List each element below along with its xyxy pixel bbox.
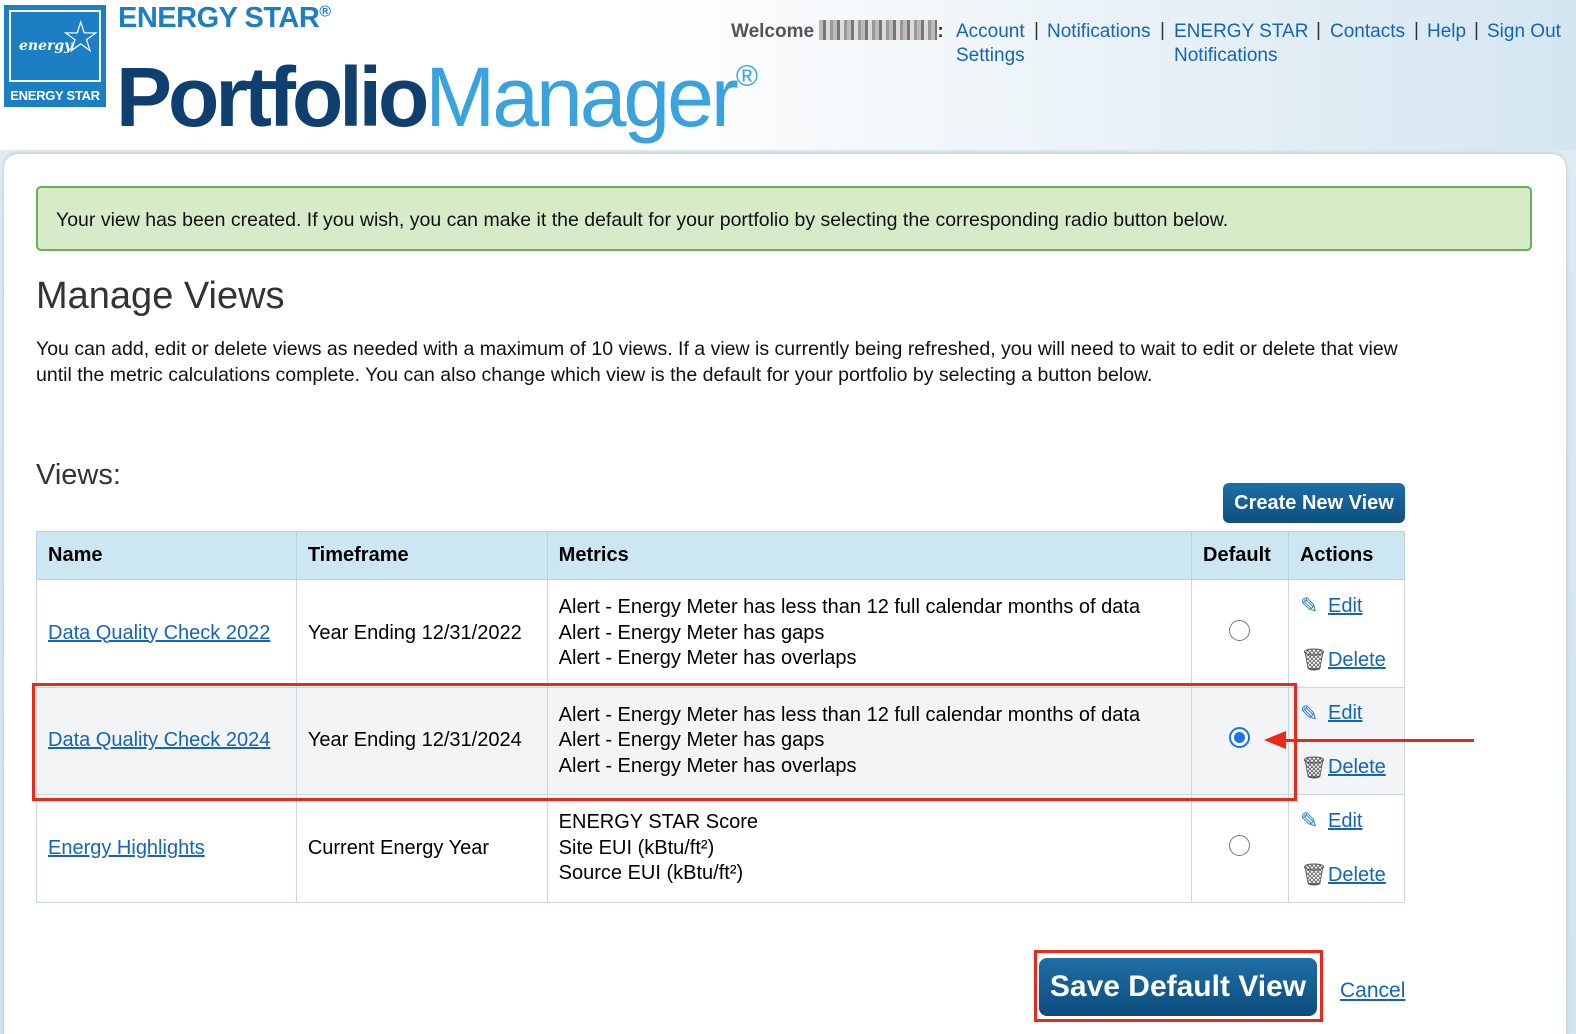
page-intro: You can add, edit or delete views as nee… [36, 338, 1398, 386]
energy-star-notifications-link[interactable]: ENERGY STAR Notifications [1174, 20, 1308, 68]
views-heading: Views: [36, 459, 121, 491]
nav-separator: | [1160, 20, 1165, 41]
nav-separator: | [1414, 20, 1419, 41]
view-timeframe: Year Ending 12/31/2024 [295, 686, 548, 795]
star-icon: ☆ [61, 12, 101, 63]
page-title: Manage Views [36, 275, 285, 317]
sign-out-link[interactable]: Sign Out [1487, 20, 1561, 44]
view-metrics: Alert - Energy Meter has less than 12 fu… [546, 686, 1193, 795]
logo-label: ENERGY STAR [10, 88, 100, 103]
header-default: Default [1191, 531, 1289, 580]
view-name-link[interactable]: Energy Highlights [48, 837, 205, 859]
nav-separator: | [1474, 20, 1479, 41]
edit-action[interactable]: ✎ Edit [1300, 591, 1393, 621]
save-default-view-button[interactable]: Save Default View [1039, 958, 1317, 1016]
nav-separator: | [1316, 20, 1321, 41]
default-radio[interactable] [1229, 834, 1251, 856]
edit-action[interactable]: ✎ Edit [1300, 806, 1393, 836]
view-timeframe: Year Ending 12/31/2022 [295, 579, 548, 688]
pencil-icon: ✎ [1299, 593, 1319, 619]
header-actions: Actions [1287, 531, 1406, 580]
redacted-username [819, 20, 938, 40]
create-new-view-button[interactable]: Create New View [1223, 483, 1405, 523]
trash-icon: 🗑 [1299, 754, 1328, 780]
pencil-icon: ✎ [1299, 700, 1319, 726]
view-name-link[interactable]: Data Quality Check 2022 [48, 622, 270, 644]
header-timeframe: Timeframe [295, 531, 548, 580]
table-row: Data Quality Check 2024 Year Ending 12/3… [36, 686, 1406, 795]
pencil-icon: ✎ [1299, 808, 1319, 834]
trash-icon: 🗑 [1299, 862, 1328, 888]
annotation-arrow-head [1264, 731, 1286, 749]
header-metrics: Metrics [546, 531, 1193, 580]
delete-action[interactable]: 🗑 Delete [1300, 753, 1393, 783]
delete-action[interactable]: 🗑 Delete [1300, 860, 1393, 890]
edit-action[interactable]: ✎ Edit [1300, 699, 1393, 729]
view-timeframe: Current Energy Year [295, 794, 548, 903]
table-header-row: Name Timeframe Metrics Default Actions [36, 531, 1406, 580]
view-name-link[interactable]: Data Quality Check 2024 [48, 729, 270, 751]
header-name: Name [36, 531, 297, 580]
view-metrics: ENERGY STAR Score Site EUI (kBtu/ft²) So… [546, 794, 1193, 903]
account-settings-link[interactable]: Account Settings [956, 20, 1025, 68]
brand-portfolio-manager: PortfolioManager® [116, 50, 758, 144]
views-table: Name Timeframe Metrics Default Actions D… [36, 531, 1406, 903]
welcome-text: Welcome : [731, 20, 944, 42]
table-row: Energy Highlights Current Energy Year EN… [36, 794, 1406, 903]
energy-star-logo: energy ☆ ENERGY STAR [4, 5, 106, 107]
help-link[interactable]: Help [1427, 20, 1466, 44]
trash-icon: 🗑 [1299, 647, 1328, 673]
default-radio-selected[interactable] [1229, 727, 1251, 749]
annotation-arrow [1283, 739, 1474, 742]
table-row: Data Quality Check 2022 Year Ending 12/3… [36, 579, 1406, 688]
success-alert: Your view has been created. If you wish,… [36, 186, 1532, 251]
notifications-link[interactable]: Notifications [1047, 20, 1151, 44]
nav-separator: | [1034, 20, 1039, 41]
cancel-link[interactable]: Cancel [1340, 979, 1405, 1003]
default-radio[interactable] [1229, 619, 1251, 641]
view-metrics: Alert - Energy Meter has less than 12 fu… [546, 579, 1193, 688]
delete-action[interactable]: 🗑 Delete [1300, 645, 1393, 675]
contacts-link[interactable]: Contacts [1330, 20, 1405, 44]
